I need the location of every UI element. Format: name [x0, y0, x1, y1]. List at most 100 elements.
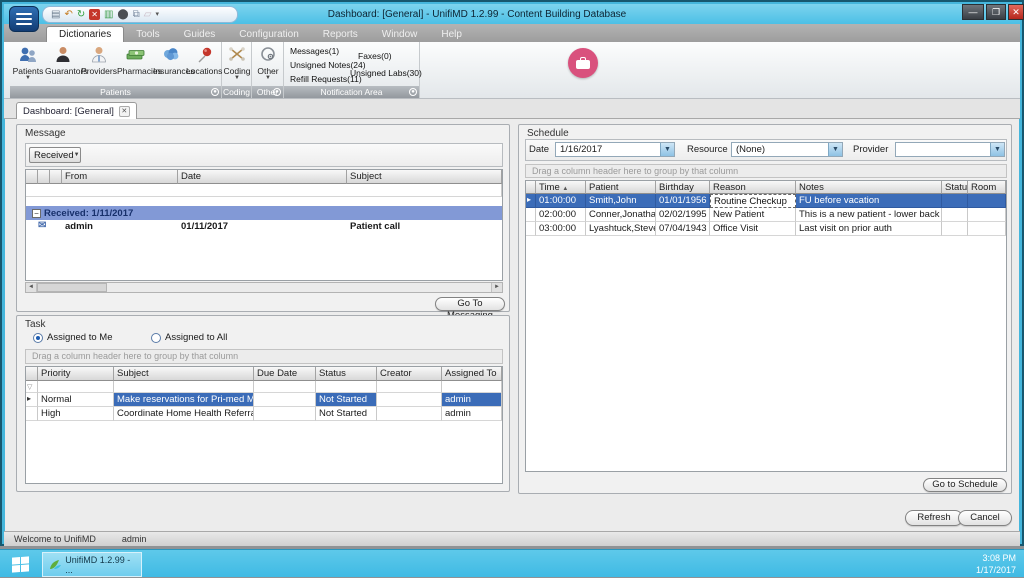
col-status[interactable]: Status [316, 367, 377, 381]
guarantors-button[interactable]: Guarantors [45, 44, 81, 76]
schedule-row[interactable]: ▸ 01:00:00 Smith,John 01/01/1956 Routine… [526, 194, 1006, 208]
tab-reports[interactable]: Reports [311, 27, 370, 42]
tab-help[interactable]: Help [429, 27, 474, 42]
pharmacies-icon [117, 44, 153, 66]
start-button[interactable] [0, 551, 40, 578]
providers-button[interactable]: Providers [81, 44, 117, 76]
task-panel-title: Task [25, 319, 46, 330]
providers-icon [81, 44, 117, 66]
task-row[interactable]: High Coordinate Home Health Referral Not… [26, 407, 502, 421]
undo-icon[interactable]: ↶ [64, 10, 72, 20]
message-group-row[interactable]: − Received: 1/11/2017 [26, 206, 502, 220]
save-icon[interactable]: ▤ [51, 10, 60, 20]
reason-edit-cell[interactable]: Routine Checkup [710, 194, 796, 208]
pharmacies-button[interactable]: Pharmacies [117, 44, 153, 76]
col-status[interactable]: Status [942, 181, 968, 194]
sort-asc-icon: ▲ [562, 186, 568, 192]
task-row[interactable]: ▸ Normal Make reservations for Pri-med M… [26, 393, 502, 407]
go-to-schedule-button[interactable]: Go to Schedule [923, 478, 1007, 492]
guarantors-icon [45, 44, 81, 66]
tab-window[interactable]: Window [370, 27, 430, 42]
copy-icon[interactable]: ⧉ [133, 10, 140, 20]
schedule-panel-title: Schedule [527, 128, 569, 139]
other-group-launcher-icon[interactable]: ● [273, 88, 281, 96]
close-button[interactable]: ✕ [1008, 4, 1024, 20]
task-filter-row[interactable]: ▽ [26, 381, 502, 393]
col-priority[interactable]: Priority [38, 367, 114, 381]
patients-group-launcher-icon[interactable]: ● [211, 88, 219, 96]
chevron-down-icon[interactable]: ▼ [828, 143, 842, 156]
other-button[interactable]: Other ▼ [250, 44, 286, 81]
qat-dropdown-icon[interactable]: ▾ [155, 10, 159, 20]
date-picker[interactable]: 1/16/2017 ▼ [555, 142, 675, 157]
toolbox-badge-icon [568, 48, 598, 78]
app-menu-button[interactable] [9, 6, 39, 32]
col-subject[interactable]: Subject [114, 367, 254, 381]
tab-dashboard-general[interactable]: Dashboard: [General] ✕ [16, 102, 137, 119]
message-hscrollbar[interactable]: ◄ ► [25, 282, 503, 293]
current-user: admin [122, 534, 147, 544]
tab-guides[interactable]: Guides [172, 27, 228, 42]
scroll-right-icon[interactable]: ► [491, 283, 502, 292]
messages-link[interactable]: Messages(1) [290, 46, 339, 56]
delete-icon[interactable]: ✕ [89, 9, 100, 20]
refresh-button[interactable]: Refresh [905, 510, 963, 526]
export-icon[interactable]: ▥ [104, 10, 113, 20]
refresh-icon[interactable]: ↻ [77, 10, 85, 20]
col-date[interactable]: Date [178, 170, 347, 184]
taskbar: UnifiMD 1.2.99 - ... 3:08 PM 1/17/2017 [0, 549, 1024, 577]
cancel-button[interactable]: Cancel [958, 510, 1012, 526]
col-room[interactable]: Room [968, 181, 1006, 194]
tab-tools[interactable]: Tools [124, 27, 171, 42]
paste-icon[interactable]: ▱ [144, 10, 152, 20]
provider-select[interactable]: ▼ [895, 142, 1005, 157]
chevron-down-icon[interactable]: ▼ [660, 143, 674, 156]
task-group-hint[interactable]: Drag a column header here to group by th… [25, 349, 503, 364]
patients-dropdown-icon: ▼ [10, 76, 46, 81]
go-to-messaging-button[interactable]: Go To Messaging [435, 297, 505, 311]
filter-funnel-icon: ▽ [27, 384, 32, 391]
assigned-to-me-radio[interactable]: Assigned to Me [33, 332, 112, 343]
col-assigned-to[interactable]: Assigned To [442, 367, 502, 381]
col-birthday[interactable]: Birthday [656, 181, 710, 194]
patients-button[interactable]: Patients ▼ [10, 44, 46, 81]
faxes-link[interactable]: Faxes(0) [358, 51, 392, 61]
maximize-button[interactable]: ❐ [986, 4, 1006, 20]
col-subject[interactable]: Subject [347, 170, 502, 184]
ribbon-tab-bar: Dictionaries Tools Guides Configuration … [4, 24, 1020, 42]
print-icon[interactable]: ⬤ [117, 10, 128, 20]
doc-tab-close-icon[interactable]: ✕ [119, 106, 130, 117]
chevron-down-icon[interactable]: ▼ [990, 143, 1004, 156]
col-due-date[interactable]: Due Date [254, 367, 316, 381]
taskbar-item-unifimd[interactable]: UnifiMD 1.2.99 - ... [42, 552, 142, 577]
notification-group-launcher-icon[interactable]: ● [409, 88, 417, 96]
schedule-group-hint[interactable]: Drag a column header here to group by th… [525, 164, 1007, 178]
col-time[interactable]: Time ▲ [536, 181, 586, 194]
status-bar: Welcome to UnifiMD admin [4, 531, 1020, 546]
resource-select[interactable]: (None) ▼ [731, 142, 843, 157]
schedule-row[interactable]: 02:00:00 Conner,Jonathan 02/02/1995 New … [526, 208, 1006, 222]
tab-configuration[interactable]: Configuration [227, 27, 310, 42]
minimize-button[interactable]: — [962, 4, 984, 20]
ribbon-group-notification: Messages(1) Unsigned Notes(24) Refill Re… [284, 42, 420, 98]
patients-group-label: Patients [100, 87, 131, 97]
message-panel: Message Received ▼ From Date Subject − R… [16, 124, 510, 312]
assigned-to-all-radio[interactable]: Assigned to All [151, 332, 227, 343]
scroll-left-icon[interactable]: ◄ [26, 283, 37, 292]
message-filter-dropdown[interactable]: Received ▼ [29, 147, 81, 163]
col-notes[interactable]: Notes [796, 181, 942, 194]
taskbar-clock[interactable]: 3:08 PM 1/17/2017 [976, 552, 1016, 576]
col-reason[interactable]: Reason [710, 181, 796, 194]
col-patient[interactable]: Patient [586, 181, 656, 194]
insurances-button[interactable]: Insurances [153, 44, 189, 76]
message-row[interactable]: ✉ admin 01/11/2017 Patient call [26, 220, 502, 234]
collapse-icon[interactable]: − [32, 209, 41, 218]
ribbon-group-coding: Coding ▼ Coding [222, 42, 252, 98]
other-stethoscope-icon [250, 44, 286, 66]
locations-button[interactable]: Locations [186, 44, 222, 76]
schedule-row[interactable]: 03:00:00 Lyashtuck,Steve 07/04/1943 Offi… [526, 222, 1006, 236]
unsigned-labs-link[interactable]: Unsigned Labs(30) [350, 68, 422, 78]
tab-dictionaries[interactable]: Dictionaries [46, 26, 124, 42]
col-creator[interactable]: Creator [377, 367, 442, 381]
col-from[interactable]: From [62, 170, 178, 184]
